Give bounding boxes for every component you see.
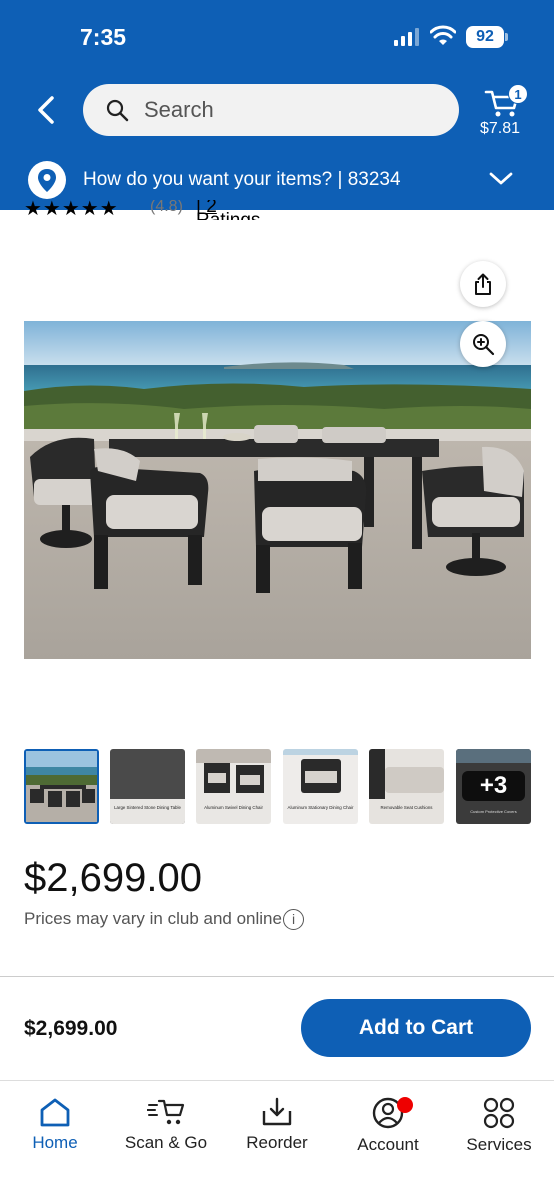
tab-label: Home bbox=[32, 1133, 78, 1152]
thumbnail-caption-5: Removable Seat Cushions bbox=[381, 805, 434, 810]
thumbnail-6-more[interactable]: Custom Protective Covers +3 bbox=[456, 749, 531, 824]
thumbnail-5[interactable]: Removable Seat Cushions bbox=[369, 749, 444, 824]
tab-label: Reorder bbox=[246, 1133, 308, 1152]
zoom-button[interactable] bbox=[460, 321, 506, 367]
status-bar: 7:35 92 bbox=[0, 0, 554, 72]
tab-label: Scan & Go bbox=[124, 1133, 208, 1152]
cart-button[interactable]: 1 $7.81 bbox=[478, 84, 538, 144]
reorder-icon bbox=[262, 1097, 292, 1126]
price-disclaimer: Prices may vary in club and online bbox=[24, 909, 282, 928]
thumbnail-strip: Large Sintered Stone Dining Table Alumin… bbox=[24, 749, 531, 825]
thumbnail-caption-2: Large Sintered Stone Dining Table bbox=[114, 805, 181, 810]
rating-score: (4.8) bbox=[150, 200, 183, 215]
zip-code: | 83234 bbox=[337, 169, 401, 190]
share-button[interactable] bbox=[460, 261, 506, 307]
battery-icon: 92 bbox=[466, 26, 504, 48]
product-price: $2,699.00 bbox=[24, 856, 202, 900]
search-placeholder: Search bbox=[144, 97, 214, 122]
rating-summary: ★★★★★ (4.8) | 2 Ratings bbox=[24, 200, 284, 220]
divider bbox=[0, 976, 554, 977]
bottom-tab-bar: Home Scan & Go Reorder Account Services bbox=[0, 1080, 554, 1200]
add-to-cart-button[interactable]: Add to Cart bbox=[301, 999, 531, 1057]
share-icon bbox=[475, 273, 491, 295]
more-images-badge: +3 bbox=[462, 771, 525, 801]
back-arrow-icon[interactable] bbox=[30, 92, 64, 128]
thumbnail-3[interactable]: Aluminum Swivel Dining Chair bbox=[196, 749, 271, 824]
ratings-link[interactable]: | 2 Ratings bbox=[196, 200, 284, 220]
tab-scan-go[interactable]: Scan & Go bbox=[111, 1097, 221, 1167]
wifi-icon bbox=[430, 25, 456, 45]
tab-label: Account bbox=[357, 1135, 419, 1154]
tab-services[interactable]: Services bbox=[444, 1097, 554, 1167]
thumbnail-caption-3: Aluminum Swivel Dining Chair bbox=[204, 805, 263, 810]
thumbnail-4[interactable]: Aluminum Stationary Dining Chair bbox=[283, 749, 358, 824]
star-rating-icon: ★★★★★ bbox=[24, 200, 119, 220]
tab-label: Services bbox=[466, 1135, 532, 1154]
chevron-down-icon[interactable] bbox=[488, 170, 514, 188]
services-icon bbox=[483, 1097, 515, 1129]
buy-bar-price: $2,699.00 bbox=[24, 1017, 118, 1040]
tab-reorder[interactable]: Reorder bbox=[222, 1097, 332, 1167]
delivery-prompt: How do you want your items? | 83234 bbox=[83, 169, 401, 190]
battery-tip bbox=[505, 33, 508, 41]
app-header: Search 1 $7.81 bbox=[0, 72, 554, 152]
search-icon bbox=[106, 99, 129, 122]
status-time: 7:35 bbox=[80, 24, 127, 50]
thumbnail-caption-4: Aluminum Stationary Dining Chair bbox=[288, 805, 354, 810]
cellular-signal-icon bbox=[394, 28, 419, 46]
zoom-in-icon bbox=[473, 334, 495, 356]
notification-dot bbox=[397, 1097, 413, 1113]
cart-amount: $7.81 bbox=[480, 120, 521, 137]
scan-cart-icon bbox=[147, 1099, 185, 1125]
product-image[interactable] bbox=[24, 321, 531, 659]
tab-account[interactable]: Account bbox=[333, 1097, 443, 1167]
thumbnail-2[interactable]: Large Sintered Stone Dining Table bbox=[110, 749, 185, 824]
search-input[interactable]: Search bbox=[83, 84, 459, 136]
tab-home[interactable]: Home bbox=[0, 1097, 110, 1167]
thumbnail-1[interactable] bbox=[24, 749, 99, 824]
home-icon bbox=[40, 1098, 70, 1127]
info-icon[interactable]: i bbox=[283, 909, 304, 930]
thumbnail-caption-6: Custom Protective Covers bbox=[470, 809, 516, 814]
cart-count-badge: 1 bbox=[508, 84, 528, 104]
location-pin-icon bbox=[28, 161, 66, 199]
